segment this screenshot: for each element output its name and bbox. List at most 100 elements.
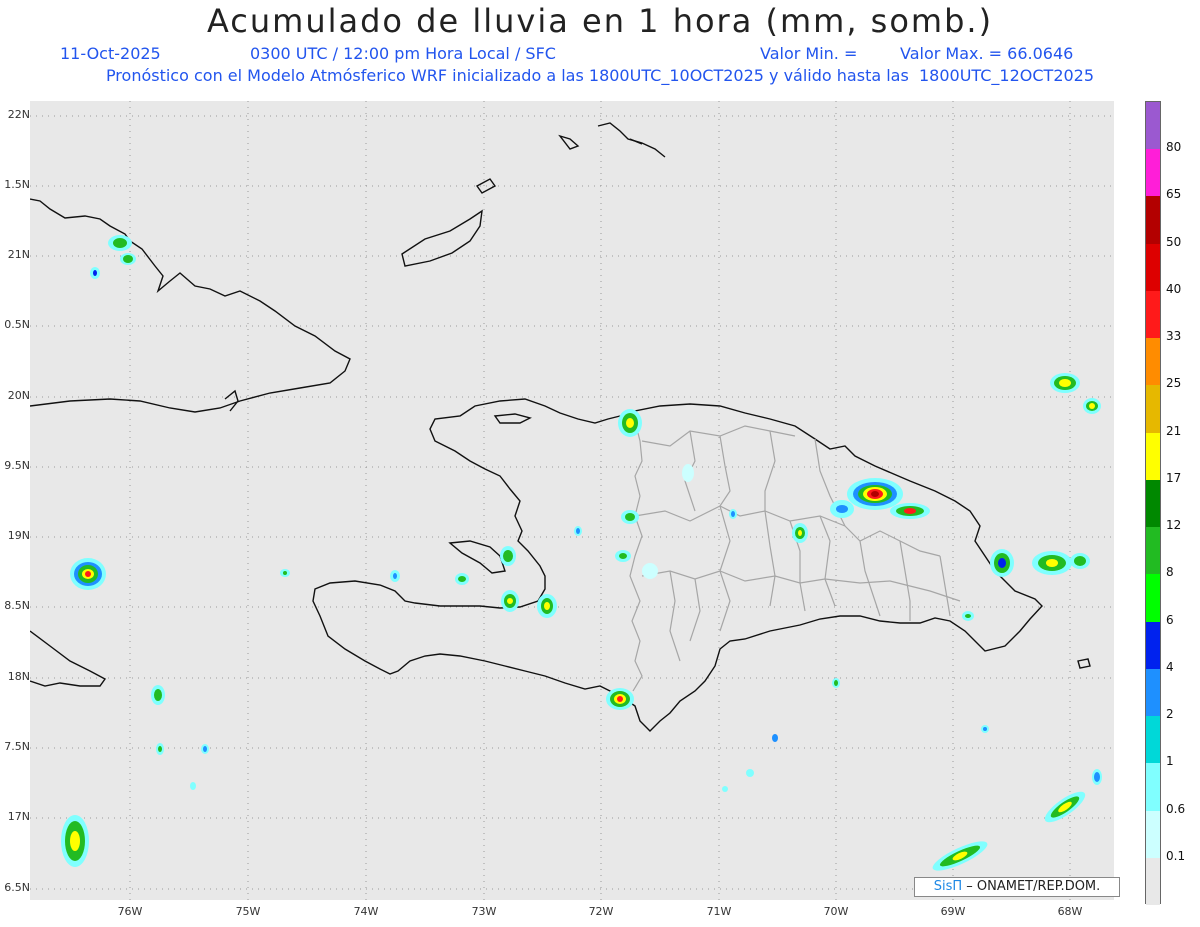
- rain-cell: [729, 509, 737, 519]
- colorbar-label: 2: [1166, 707, 1174, 722]
- colorbar-segment: [1146, 716, 1160, 764]
- rain-cell: [156, 743, 164, 755]
- lon-label: 71W: [706, 905, 732, 918]
- lat-label: 8.5N: [4, 599, 30, 612]
- colorbar-label: 33: [1166, 329, 1182, 344]
- colorbar-segment: [1146, 763, 1160, 812]
- colorbar-label: 6: [1166, 612, 1174, 627]
- colorbar-label: 17: [1166, 470, 1182, 485]
- credit-box: SisΠ – ONAMET/REP.DOM.: [914, 877, 1120, 897]
- lon-label: 73W: [471, 905, 497, 918]
- min-value-label: Valor Min. =: [760, 44, 858, 63]
- map-svg: [30, 101, 1114, 900]
- rain-cell: [70, 558, 106, 590]
- lon-label: 69W: [940, 905, 966, 918]
- rain-cell: [642, 563, 658, 579]
- rain-cell: [1044, 791, 1086, 823]
- colorbar-label: 65: [1166, 187, 1182, 202]
- colorbar-label: 80: [1166, 140, 1182, 155]
- rain-cell: [792, 523, 808, 543]
- colorbar-segment: [1146, 196, 1160, 245]
- rain-cell: [574, 526, 582, 536]
- rain-cell: [932, 841, 988, 871]
- lon-label: 70W: [823, 905, 849, 918]
- rain-cell: [772, 734, 778, 742]
- lat-label: 1.5N: [4, 178, 30, 191]
- caicos-3: [629, 138, 643, 145]
- rain-cell: [120, 253, 136, 265]
- rain-cell: [1070, 553, 1090, 569]
- tortuga: [493, 413, 532, 424]
- haiti-dr-border: [629, 420, 643, 692]
- rain-cell: [890, 503, 930, 519]
- colorbar-label: 40: [1166, 281, 1182, 296]
- colorbar-segment: [1146, 668, 1160, 717]
- sispi-logo: SisΠ: [933, 879, 963, 894]
- rain-cell: [615, 550, 631, 562]
- rain-cell: [1032, 551, 1072, 575]
- rain-cell: [61, 815, 89, 867]
- rain-cell: [962, 611, 974, 621]
- saona: [1077, 658, 1091, 669]
- colorbar-segment: [1146, 338, 1160, 386]
- colorbar-segment: [1146, 243, 1160, 292]
- lat-label: 20N: [7, 389, 30, 402]
- colorbar-label: 0.6: [1166, 801, 1186, 816]
- rain-cell: [606, 688, 634, 710]
- rain-cell: [618, 409, 642, 437]
- rain-cell: [990, 549, 1014, 577]
- lat-label: 19N: [7, 529, 30, 542]
- rain-cell: [90, 267, 100, 279]
- rain-cell: [201, 744, 209, 754]
- colorbar-segment: [1146, 479, 1160, 528]
- rain-cells: [61, 235, 1102, 871]
- rain-cell: [1050, 373, 1080, 393]
- cuba-gtmo: [224, 389, 239, 412]
- lat-label: 0.5N: [4, 318, 30, 331]
- map-area[interactable]: [30, 101, 1114, 900]
- rain-cell: [981, 725, 989, 733]
- colorbar-segment: [1146, 432, 1160, 481]
- lon-label: 76W: [117, 905, 143, 918]
- colorbar-label: 25: [1166, 376, 1182, 391]
- lat-label: 9.5N: [4, 459, 30, 472]
- lon-label: 68W: [1057, 905, 1083, 918]
- colorbar-label: 8: [1166, 565, 1174, 580]
- lat-label: 18N: [7, 670, 30, 683]
- colorbar-label: 12: [1166, 518, 1182, 533]
- colorbar-segment: [1146, 149, 1160, 197]
- rain-cell: [455, 573, 469, 585]
- colorbar-label: 50: [1166, 234, 1182, 249]
- valid-time-line: 11-Oct-2025 0300 UTC / 12:00 pm Hora Loc…: [0, 44, 1200, 66]
- inagua: [401, 209, 483, 267]
- caicos-2: [558, 134, 580, 150]
- colorbar-segment: [1146, 385, 1160, 434]
- lat-label: 6.5N: [4, 881, 30, 894]
- colorbar-segment: [1146, 527, 1160, 575]
- lon-label: 74W: [353, 905, 379, 918]
- rain-cell: [832, 678, 840, 688]
- rain-cell: [537, 594, 557, 618]
- lat-label: 22N: [7, 108, 30, 121]
- hispaniola: [312, 398, 1043, 732]
- gonave: [448, 540, 506, 574]
- colorbar-segment: [1146, 574, 1160, 623]
- map-title: Acumulado de lluvia en 1 hora (mm, somb.…: [206, 2, 994, 40]
- time-label: 0300 UTC / 12:00 pm Hora Local / SFC: [250, 44, 556, 63]
- rain-cell: [500, 546, 516, 566]
- rain-cell: [746, 769, 754, 777]
- rain-cell: [621, 510, 639, 524]
- colorbar-segment: [1146, 621, 1160, 670]
- colorbar-label: 1: [1166, 754, 1174, 769]
- rain-cell: [280, 569, 290, 577]
- cuba-se: [30, 630, 107, 687]
- rain-cell: [722, 786, 728, 792]
- cuba-coast: [30, 198, 351, 413]
- forecast-info: Pronóstico con el Modelo Atmósferico WRF…: [105, 66, 1095, 85]
- rain-cell: [501, 590, 519, 612]
- graticule: [30, 101, 1114, 900]
- borders: [629, 420, 961, 692]
- lon-label: 72W: [588, 905, 614, 918]
- rain-cell: [108, 235, 132, 251]
- coastlines: [30, 122, 1091, 732]
